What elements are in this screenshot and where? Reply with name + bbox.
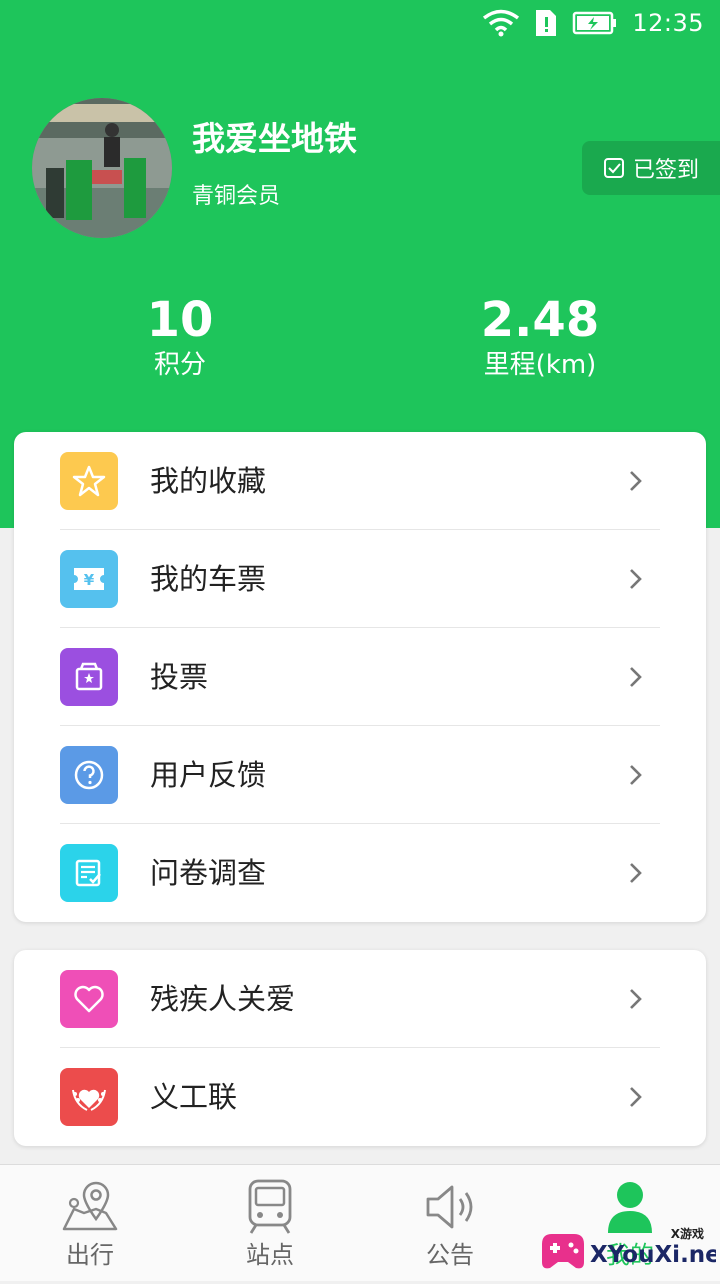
checkin-button[interactable]: 已签到 — [582, 141, 720, 195]
sim-card-icon — [536, 10, 557, 36]
menu-item-label: 我的车票 — [150, 562, 267, 596]
ticket-icon: ¥ — [60, 550, 118, 608]
menu-item-label: 投票 — [150, 660, 209, 694]
menu-item-survey[interactable]: 问卷调查 — [14, 824, 706, 922]
tab-label: 公告 — [426, 1241, 474, 1269]
points-stat[interactable]: 10 积分 — [80, 292, 280, 382]
checkbox-check-icon — [603, 158, 624, 178]
menu-item-label: 残疾人关爱 — [150, 982, 296, 1016]
xyouxi-logo-icon: X游戏 XYouXi.net — [542, 1226, 720, 1269]
chevron-right-icon — [630, 1087, 642, 1107]
menu-item-tickets[interactable]: ¥ 我的车票 — [14, 530, 706, 628]
watermark: X游戏 XYouXi.net — [536, 1222, 720, 1278]
chevron-right-icon — [630, 471, 642, 491]
menu-item-favorites[interactable]: 我的收藏 — [14, 432, 706, 530]
question-icon — [60, 746, 118, 804]
tab-stations[interactable]: 站点 — [180, 1165, 360, 1281]
member-level: 青铜会员 — [192, 184, 281, 209]
tab-notices[interactable]: 公告 — [360, 1165, 540, 1281]
survey-icon — [60, 844, 118, 902]
tab-label: 出行 — [66, 1241, 114, 1269]
chevron-right-icon — [630, 765, 642, 785]
vote-box-icon — [60, 648, 118, 706]
menu-item-disability-care[interactable]: 残疾人关爱 — [14, 950, 706, 1048]
chevron-right-icon — [630, 667, 642, 687]
status-time: 12:35 — [632, 9, 704, 37]
avatar-photo — [32, 98, 172, 238]
menu-item-label: 我的收藏 — [150, 464, 267, 498]
speaker-icon — [426, 1185, 473, 1229]
tab-travel[interactable]: 出行 — [0, 1165, 180, 1281]
svg-text:X游戏: X游戏 — [671, 1226, 704, 1241]
map-pin-icon — [62, 1181, 118, 1231]
tab-label: 站点 — [246, 1241, 294, 1269]
menu-card-care: 残疾人关爱 义工联 — [14, 950, 706, 1146]
avatar[interactable] — [32, 98, 172, 238]
mileage-label: 里程(km) — [483, 350, 597, 380]
svg-text:¥: ¥ — [84, 571, 95, 589]
mileage-value: 2.48 — [480, 292, 600, 348]
status-bar: 12:35 — [0, 0, 720, 52]
chevron-right-icon — [630, 863, 642, 883]
chevron-right-icon — [630, 989, 642, 1009]
menu-item-label: 义工联 — [150, 1080, 238, 1114]
menu-item-vote[interactable]: 投票 — [14, 628, 706, 726]
wifi-icon — [483, 9, 520, 37]
points-label: 积分 — [153, 350, 206, 380]
mileage-stat[interactable]: 2.48 里程(km) — [440, 292, 640, 382]
menu-item-volunteer[interactable]: 义工联 — [14, 1048, 706, 1146]
svg-text:XYouXi.net: XYouXi.net — [590, 1242, 716, 1268]
heart-icon — [60, 970, 118, 1028]
volunteer-emblem-icon — [60, 1068, 118, 1126]
menu-item-feedback[interactable]: 用户反馈 — [14, 726, 706, 824]
points-value: 10 — [146, 292, 214, 348]
checkin-label: 已签到 — [632, 158, 699, 183]
star-icon — [60, 452, 118, 510]
battery-icon — [573, 11, 617, 35]
chevron-right-icon — [630, 569, 642, 589]
menu-item-label: 问卷调查 — [150, 856, 267, 890]
username: 我爱坐地铁 — [192, 119, 357, 158]
menu-card-main: 我的收藏 ¥ 我的车票 投票 用户反馈 问卷调查 — [14, 432, 706, 922]
train-icon — [248, 1179, 292, 1234]
menu-item-label: 用户反馈 — [150, 758, 267, 792]
